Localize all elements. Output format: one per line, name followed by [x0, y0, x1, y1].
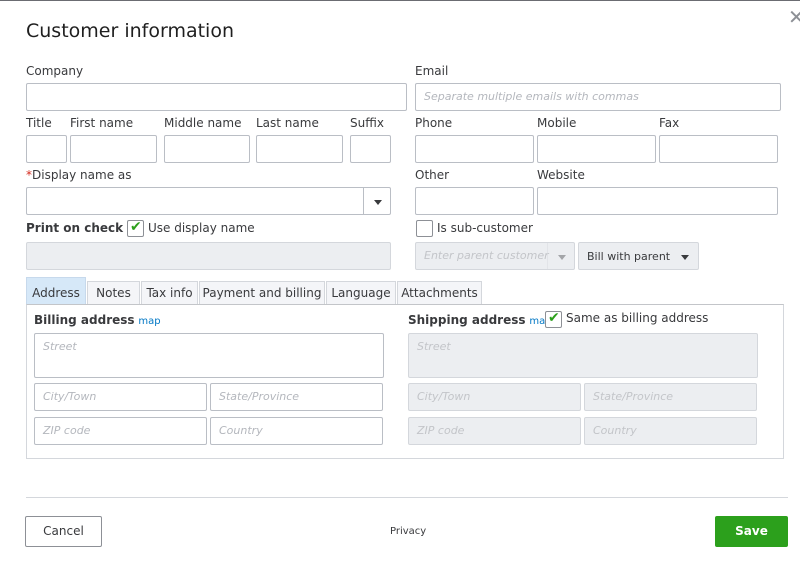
use-display-name-checkbox[interactable]: ✔: [127, 219, 144, 237]
email-placeholder: Separate multiple emails with commas: [424, 90, 639, 103]
title-input[interactable]: [26, 135, 67, 163]
company-input[interactable]: [26, 83, 407, 111]
footer-divider: [26, 497, 788, 498]
parent-customer-placeholder: Enter parent customer: [424, 249, 549, 262]
title-label: Title: [26, 116, 52, 130]
other-input[interactable]: [415, 187, 534, 215]
fax-input[interactable]: [659, 135, 778, 163]
company-label: Company: [26, 64, 84, 78]
tab-notes[interactable]: Notes: [87, 281, 140, 305]
last-name-label: Last name: [256, 116, 319, 130]
mobile-input[interactable]: [537, 135, 656, 163]
close-icon[interactable]: ✕: [788, 7, 800, 27]
checkmark-icon: ✔: [548, 310, 560, 326]
top-border: [0, 0, 800, 1]
chevron-down-icon: [547, 243, 574, 269]
mobile-label: Mobile: [537, 116, 577, 130]
suffix-input[interactable]: [350, 135, 391, 163]
suffix-label: Suffix: [350, 116, 384, 130]
billing-street-input[interactable]: Street: [34, 333, 384, 378]
tab-tax-info[interactable]: Tax info: [141, 281, 198, 305]
shipping-state-input: State/Province: [584, 383, 757, 411]
use-display-name-label: Use display name: [148, 221, 255, 235]
bill-with-parent-value: Bill with parent: [587, 250, 671, 263]
other-label: Other: [415, 168, 450, 182]
same-as-billing-checkbox[interactable]: ✔: [545, 310, 562, 328]
billing-map-link[interactable]: map: [138, 316, 160, 327]
print-on-check-label: Print on check as: [26, 221, 143, 235]
billing-city-input[interactable]: City/Town: [34, 383, 207, 411]
billing-country-input[interactable]: Country: [210, 417, 383, 445]
bill-with-parent-select: Bill with parent: [578, 242, 699, 270]
billing-address-heading: Billing address map: [34, 313, 161, 327]
shipping-zip-input: ZIP code: [408, 417, 581, 445]
is-sub-customer-checkbox[interactable]: [416, 220, 433, 237]
print-on-check-input: [26, 242, 391, 270]
dialog-title: Customer information: [26, 20, 234, 42]
billing-state-input[interactable]: State/Province: [210, 383, 383, 411]
privacy-link[interactable]: Privacy: [390, 526, 426, 537]
shipping-country-input: Country: [584, 417, 757, 445]
email-input[interactable]: Separate multiple emails with commas: [415, 83, 781, 111]
checkmark-icon: ✔: [130, 219, 142, 235]
shipping-street-input: Street: [408, 333, 758, 378]
phone-input[interactable]: [415, 135, 534, 163]
parent-customer-select: Enter parent customer: [415, 242, 575, 270]
save-button[interactable]: Save: [715, 516, 788, 547]
last-name-input[interactable]: [256, 135, 343, 163]
cancel-button[interactable]: Cancel: [25, 516, 102, 547]
is-sub-customer-label: Is sub-customer: [437, 221, 533, 235]
middle-name-label: Middle name: [164, 116, 242, 130]
first-name-input[interactable]: [70, 135, 157, 163]
middle-name-input[interactable]: [164, 135, 250, 163]
tab-address[interactable]: Address: [26, 277, 86, 305]
phone-label: Phone: [415, 116, 453, 130]
email-label: Email: [415, 64, 449, 78]
chevron-down-icon: [671, 243, 698, 269]
billing-zip-input[interactable]: ZIP code: [34, 417, 207, 445]
tab-payment-and-billing[interactable]: Payment and billing: [199, 281, 325, 305]
same-as-billing-label: Same as billing address: [566, 311, 709, 325]
tab-attachments[interactable]: Attachments: [397, 281, 482, 305]
first-name-label: First name: [70, 116, 134, 130]
website-input[interactable]: [537, 187, 778, 215]
tab-language[interactable]: Language: [326, 281, 396, 305]
fax-label: Fax: [659, 116, 680, 130]
chevron-down-icon[interactable]: [363, 188, 390, 214]
shipping-city-input: City/Town: [408, 383, 581, 411]
display-name-select[interactable]: [26, 187, 391, 215]
display-name-label: *Display name as: [26, 168, 132, 182]
shipping-address-heading: Shipping address map: [408, 313, 552, 327]
website-label: Website: [537, 168, 585, 182]
